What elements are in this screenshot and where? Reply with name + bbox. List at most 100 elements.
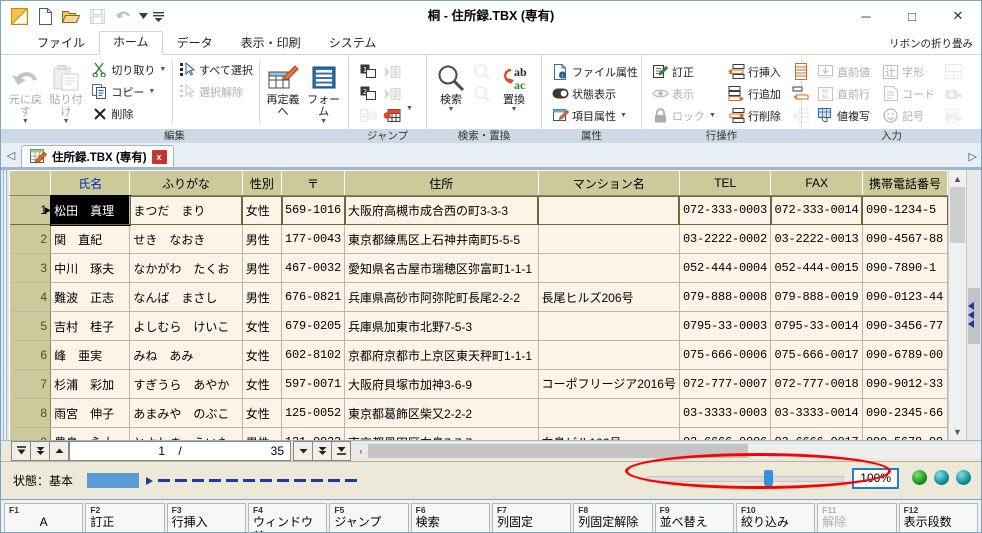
doc-tab-scroll-left-icon[interactable]: ◁ (1, 143, 21, 167)
column-header-mobile[interactable]: 携帯電話番号 (861, 170, 948, 196)
grid-split-scrollbar[interactable] (966, 170, 981, 440)
correct-button[interactable]: 訂正 (649, 61, 719, 82)
scroll-up-icon[interactable]: ▲ (949, 170, 966, 187)
replace-button[interactable]: ab ac 置換 ▼ (493, 59, 535, 113)
document-tab-address-book[interactable]: 住所録.TBX (専有) x (21, 145, 174, 167)
cell-sex[interactable]: 男性 (242, 224, 283, 254)
cell-zip[interactable]: 569-1016 (281, 195, 346, 225)
cell-mansion[interactable]: コーポフリージア2016号 (538, 369, 680, 399)
cell-mansion[interactable] (538, 253, 680, 283)
row-number-cell[interactable]: 2 (9, 224, 52, 254)
cell-name[interactable]: 杉浦 彩加 (50, 369, 131, 399)
cell-zip[interactable]: 597-0071 (281, 369, 346, 399)
horizontal-scroll-thumb[interactable] (368, 444, 749, 458)
document-tab-close-icon[interactable]: x (151, 149, 167, 164)
cell-mansion[interactable] (538, 224, 680, 254)
table-row[interactable]: 4 難波 正志 なんば まさし 男性 676-0821 兵庫県高砂市阿弥陀町長尾2-2-2… (9, 282, 948, 312)
cell-name[interactable]: 難波 正志 (50, 282, 131, 312)
cell-address[interactable]: 東京都葛飾区柴又2-2-2 (344, 398, 539, 428)
cell-tel[interactable]: 072-333-0003 (679, 195, 772, 225)
cell-tel[interactable]: 072-777-0007 (679, 369, 772, 399)
row-number-cell[interactable]: 3 (9, 253, 52, 283)
open-folder-icon[interactable] (59, 4, 83, 28)
table-row[interactable]: 8 雨宮 伸子 あまみや のぶこ 女性 125-0052 東京都葛飾区柴又2-2-2 03-… (9, 398, 948, 428)
cell-fax[interactable]: 052-444-0015 (770, 253, 863, 283)
column-header-fax[interactable]: FAX (770, 170, 863, 196)
cell-address[interactable]: 兵庫県高砂市阿弥陀町長尾2-2-2 (344, 282, 539, 312)
cell-name[interactable]: 峰 亜実 (50, 340, 131, 370)
doc-tab-scroll-right-icon[interactable]: ▷ (969, 150, 977, 163)
cell-fax[interactable]: 072-333-0014 (770, 195, 863, 225)
zoom-slider-thumb[interactable] (764, 469, 774, 487)
function-key-f2[interactable]: F2 訂正 (85, 503, 165, 532)
column-header-sex[interactable]: 性別 (241, 170, 283, 196)
minimize-button[interactable]: ─ (843, 1, 889, 31)
file-attribute-button[interactable]: i ファイル属性 (549, 61, 641, 82)
row-number-cell[interactable]: 4 (9, 282, 52, 312)
cell-kana[interactable]: とよしま えいた (129, 427, 243, 440)
current-record-value[interactable]: 1 (70, 444, 171, 458)
cell-kana[interactable]: まつだ まり (129, 195, 243, 225)
cell-mansion[interactable] (538, 195, 680, 225)
cell-mobile[interactable]: 090-2345-66 (862, 398, 948, 428)
cell-mobile[interactable]: 090-1234-5 (862, 195, 948, 225)
function-key-f4[interactable]: F4ウィンドウ替 (247, 503, 328, 532)
function-key-f7[interactable]: F7 列固定 (491, 503, 572, 532)
copy-button[interactable]: コピー ▼ (88, 81, 169, 102)
cell-zip[interactable]: 679-0205 (281, 311, 346, 341)
status-display-button[interactable]: 状態表示 (549, 83, 641, 104)
table-row[interactable]: 6峰 亜実 みね あみ 女性 602-8102 京都府京都市上京区東天秤町1-1-1 07… (9, 340, 948, 370)
cell-kana[interactable]: せき なおき (129, 224, 243, 254)
prev-page-button[interactable] (30, 441, 50, 461)
cell-zip[interactable]: 467-0032 (281, 253, 346, 283)
cell-tel[interactable]: 03-2222-0002 (679, 224, 772, 254)
function-key-f1[interactable]: F1 A (4, 503, 84, 532)
sphere-teal-1-icon[interactable] (934, 470, 949, 485)
cell-tel[interactable]: 052-444-0004 (679, 253, 772, 283)
function-key-f10[interactable]: F10 絞り込み (735, 503, 816, 532)
cell-sex[interactable]: 男性 (242, 253, 283, 283)
column-header-tel[interactable]: TEL (678, 170, 772, 196)
cell-address[interactable]: 東京都練馬区上石神井南町5-5-5 (344, 224, 539, 254)
table-row[interactable]: 1 ▶ 松田 真理 まつだ まり 女性 569-1016 大阪府高槻市成合西の町3-3-3 0… (9, 194, 948, 226)
cell-name[interactable]: 松田 真理 (49, 194, 131, 226)
tab-system[interactable]: システム (315, 32, 391, 55)
cell-mobile[interactable]: 090-0123-44 (862, 282, 948, 312)
cell-tel[interactable]: 075-666-0006 (679, 340, 772, 370)
next-row-button[interactable] (293, 441, 313, 461)
table-row[interactable]: 7 杉浦 彩加 すぎうら あやか 女性 597-0071 大阪府貝塚市加神3-6-9 コーポ… (9, 369, 948, 399)
cell-zip[interactable]: 131-0033 (281, 427, 346, 440)
append-row-button[interactable]: 行追加 (725, 83, 784, 104)
new-file-icon[interactable] (33, 4, 57, 28)
cell-kana[interactable]: あまみや のぶこ (129, 398, 243, 428)
column-header-zip[interactable]: 〒 (281, 170, 346, 196)
cell-fax[interactable]: 03-6666-0017 (770, 427, 863, 440)
cell-name[interactable]: 中川 琢夫 (50, 253, 131, 283)
zoom-level-value[interactable]: 100% (852, 468, 899, 489)
scroll-left-icon[interactable]: ‹ (354, 446, 368, 456)
cell-fax[interactable]: 075-666-0017 (770, 340, 863, 370)
cell-tel[interactable]: 03-3333-0003 (679, 398, 772, 428)
cell-zip[interactable]: 602-8102 (281, 340, 346, 370)
ribbon-collapse-link[interactable]: リボンの折り畳み (889, 36, 973, 51)
function-key-f8[interactable]: F8 列固定解除 (573, 503, 653, 532)
app-logo-icon[interactable] (7, 4, 31, 28)
vertical-scroll-thumb[interactable] (950, 187, 965, 243)
horizontal-scroll-track[interactable] (368, 444, 981, 458)
cell-tel[interactable]: 0795-33-0003 (679, 311, 772, 341)
row-number-cell[interactable]: 1 ▶ (9, 195, 52, 225)
row-number-cell[interactable]: 5 (9, 311, 52, 341)
tab-file[interactable]: ファイル (23, 32, 99, 55)
cell-sex[interactable]: 女性 (242, 369, 283, 399)
cell-mobile[interactable]: 090-4567-88 (862, 224, 948, 254)
insert-row-button[interactable]: 行挿入 (725, 61, 784, 82)
cell-name[interactable]: 雨宮 伸子 (50, 398, 131, 428)
item-attribute-button[interactable]: 項目属性 ▼ (549, 105, 641, 126)
tab-view-print[interactable]: 表示・印刷 (227, 32, 315, 55)
grid-vertical-scrollbar[interactable]: ▲ ▼ (948, 170, 966, 440)
form-button[interactable]: フォーム ▼ (303, 59, 344, 125)
sphere-green-icon[interactable] (912, 470, 927, 485)
cell-mansion[interactable]: 向島ビル102号 (538, 427, 680, 440)
cell-mansion[interactable] (538, 311, 680, 341)
cell-tel[interactable]: 03-6666-0006 (679, 427, 772, 440)
